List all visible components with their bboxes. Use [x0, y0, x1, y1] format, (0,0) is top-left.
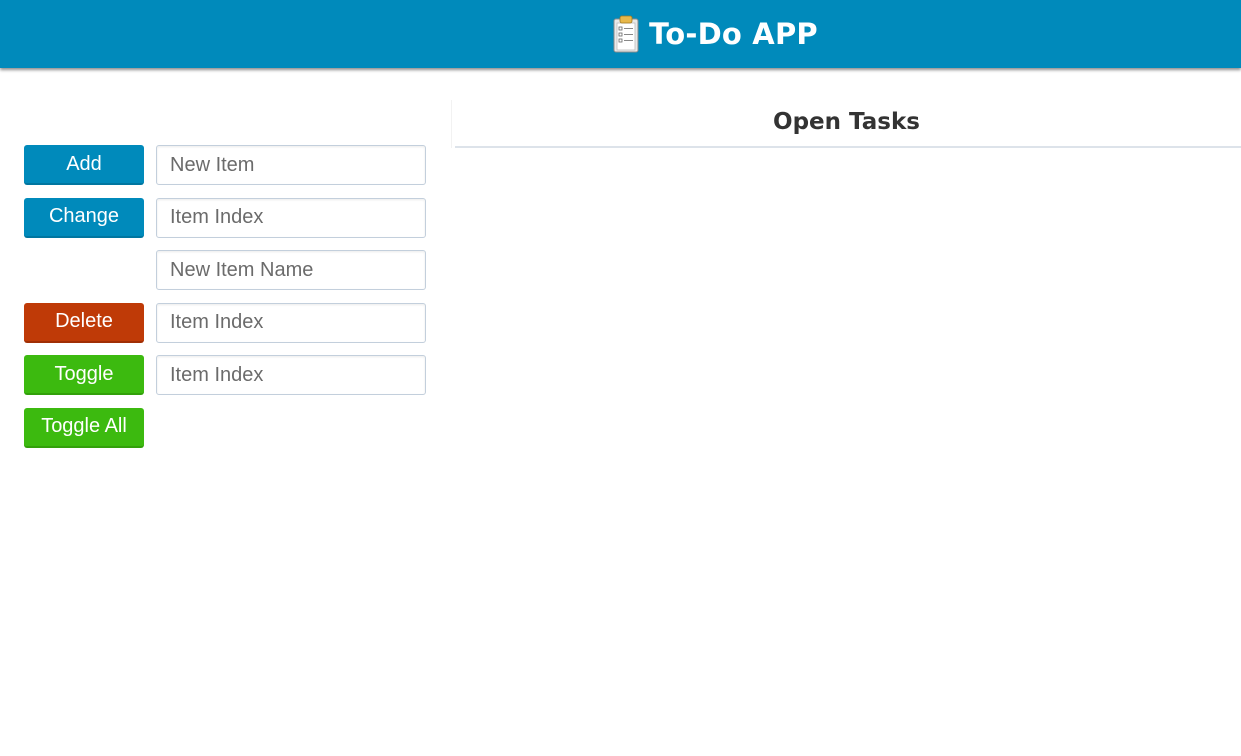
open-tasks-panel: Open Tasks	[451, 100, 1241, 148]
new-item-input[interactable]	[156, 145, 426, 185]
toggle-all-row: Toggle All	[24, 407, 426, 448]
divider	[455, 146, 1241, 148]
open-tasks-title: Open Tasks	[773, 109, 920, 135]
header-content: To-Do APP	[613, 15, 818, 53]
toggle-button[interactable]: Toggle	[24, 355, 144, 395]
delete-row: Delete	[24, 302, 426, 343]
change-index-input[interactable]	[156, 197, 426, 238]
add-button[interactable]: Add	[24, 145, 144, 185]
change-button[interactable]: Change	[24, 197, 144, 238]
toggle-all-button[interactable]: Toggle All	[24, 407, 144, 448]
delete-index-input[interactable]	[156, 302, 426, 343]
add-row: Add	[24, 145, 426, 185]
change-name-row	[24, 250, 426, 290]
app-header: To-Do APP	[0, 0, 1241, 68]
clipboard-icon	[613, 15, 639, 53]
toggle-index-input[interactable]	[156, 355, 426, 395]
delete-button[interactable]: Delete	[24, 302, 144, 343]
change-row: Change	[24, 197, 426, 238]
app-title: To-Do APP	[649, 17, 818, 51]
controls-panel: Add Change Delete Toggle Toggle All	[24, 145, 426, 460]
toggle-row: Toggle	[24, 355, 426, 395]
new-item-name-input[interactable]	[156, 250, 426, 290]
